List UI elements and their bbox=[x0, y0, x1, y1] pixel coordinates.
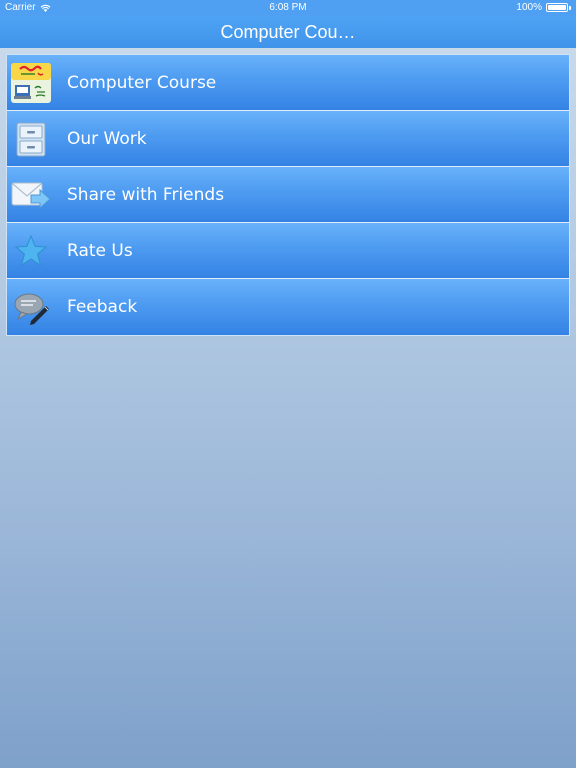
status-time: 6:08 PM bbox=[269, 2, 307, 13]
menu-item-label: Computer Course bbox=[67, 73, 217, 93]
cabinet-icon bbox=[11, 119, 51, 159]
menu-item-our-work[interactable]: Our Work bbox=[7, 111, 569, 167]
menu-item-feeback[interactable]: Feeback bbox=[7, 279, 569, 335]
share-envelope-icon bbox=[11, 175, 51, 215]
menu-item-label: Rate Us bbox=[67, 241, 133, 261]
battery-tip bbox=[569, 5, 571, 10]
status-bar: Carrier 6:08 PM 100% bbox=[0, 0, 576, 16]
status-right: 100% bbox=[516, 2, 571, 13]
battery-icon bbox=[546, 3, 568, 12]
menu-item-share-with-friends[interactable]: Share with Friends bbox=[7, 167, 569, 223]
feedback-chat-icon bbox=[11, 287, 51, 327]
page-title: Computer Cou… bbox=[220, 22, 356, 42]
menu-item-rate-us[interactable]: Rate Us bbox=[7, 223, 569, 279]
menu-list: Computer Course Our Work Share with Frie… bbox=[6, 54, 570, 336]
battery-percent: 100% bbox=[516, 2, 542, 13]
star-icon bbox=[11, 231, 51, 271]
menu-item-label: Share with Friends bbox=[67, 185, 225, 205]
menu-item-computer-course[interactable]: Computer Course bbox=[7, 55, 569, 111]
menu-item-label: Feeback bbox=[67, 297, 138, 317]
navigation-bar: Computer Cou… bbox=[0, 16, 576, 48]
course-book-icon bbox=[11, 63, 51, 103]
menu-item-label: Our Work bbox=[67, 129, 147, 149]
battery-fill bbox=[548, 5, 566, 10]
